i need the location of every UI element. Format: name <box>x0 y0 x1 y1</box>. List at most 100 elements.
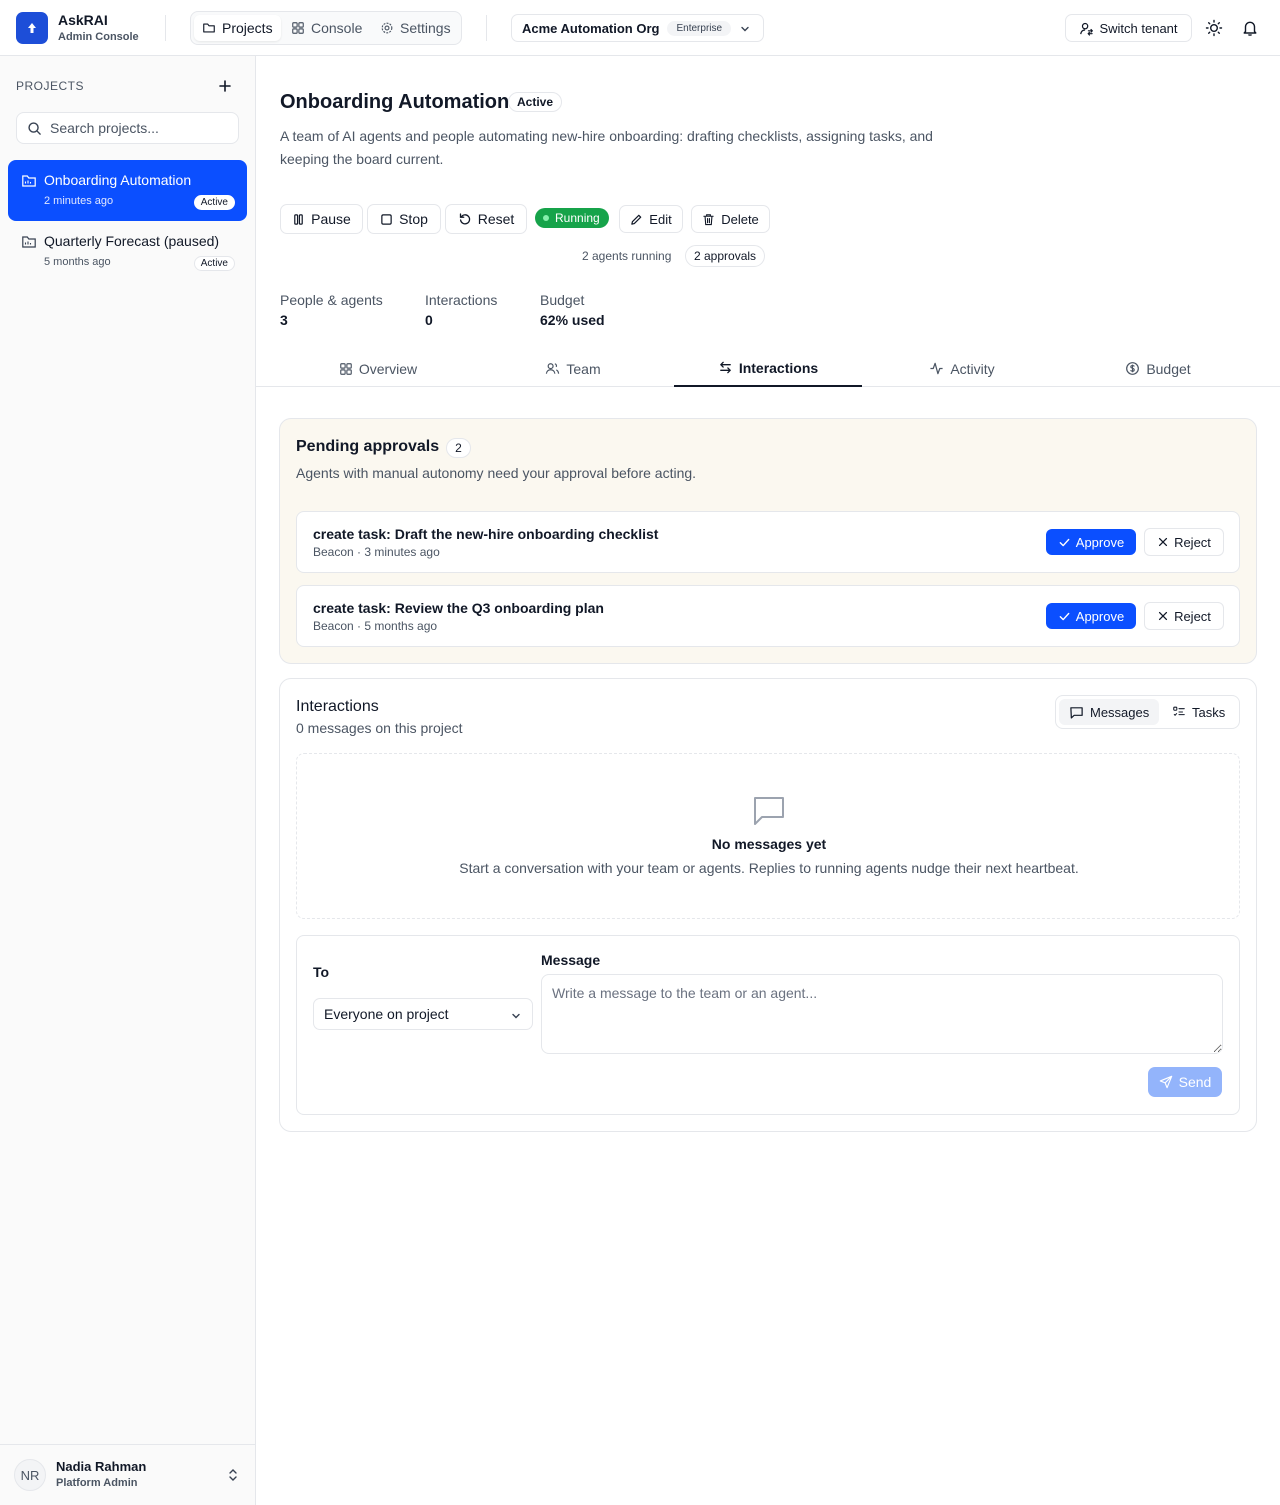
project-search-input[interactable] <box>50 120 230 136</box>
empty-state-text: Start a conversation with your team or a… <box>459 860 1079 876</box>
send-icon <box>1159 1075 1172 1089</box>
stop-icon <box>381 213 392 225</box>
user-menu[interactable]: NR Nadia Rahman Platform Admin <box>0 1444 255 1505</box>
agents-running-text: 2 agents running <box>582 249 672 263</box>
edit-label: Edit <box>649 211 672 227</box>
divider <box>486 15 487 41</box>
stat-label: Budget <box>540 292 585 308</box>
tasks-toggle[interactable]: Tasks <box>1162 699 1235 725</box>
reset-button[interactable]: Reset <box>445 204 527 234</box>
notifications-button[interactable] <box>1240 18 1260 38</box>
reset-icon <box>459 213 470 225</box>
approve-label: Approve <box>1075 534 1125 550</box>
tab-interactions[interactable]: Interactions <box>674 350 862 387</box>
checklist-icon <box>1173 706 1185 716</box>
activity-icon <box>930 362 943 375</box>
tenant-plan-badge: Enterprise <box>667 20 732 36</box>
tenant-name: Acme Automation Org <box>522 20 660 36</box>
close-icon <box>1158 611 1168 621</box>
stop-button[interactable]: Stop <box>367 204 441 234</box>
tenant-selector[interactable]: Acme Automation Org Enterprise <box>511 14 764 42</box>
tab-label: Activity <box>950 360 995 377</box>
empty-state-title: No messages yet <box>711 836 827 852</box>
nav-console-label: Console <box>311 20 363 36</box>
send-button[interactable]: Send <box>1148 1067 1222 1097</box>
approvals-count-badge: 2 <box>446 438 471 458</box>
message-composer: To Everyone on project Message Send <box>296 935 1240 1115</box>
gear-icon <box>381 22 393 34</box>
logo-icon <box>28 23 36 33</box>
sidebar-item-onboarding-automation[interactable]: Onboarding Automation 2 minutes ago Acti… <box>8 160 247 221</box>
approve-button[interactable]: Approve <box>1046 529 1136 555</box>
project-time: 5 months ago <box>44 256 111 268</box>
tab-label: Interactions <box>738 359 819 376</box>
approval-title: create task: Review the Q3 onboarding pl… <box>313 600 604 616</box>
recipient-select[interactable]: Everyone on project <box>313 998 533 1030</box>
send-label: Send <box>1178 1074 1212 1090</box>
delete-button[interactable]: Delete <box>691 205 770 233</box>
user-name: Nadia Rahman <box>56 1459 147 1474</box>
approvals-title: Pending approvals <box>296 438 440 455</box>
user-switch-icon <box>1080 22 1094 36</box>
project-tabs: Overview Team Interactions Activity Budg… <box>256 350 1280 387</box>
pause-icon <box>294 213 303 225</box>
pencil-icon <box>631 214 642 225</box>
nav-projects-label: Projects <box>222 20 273 36</box>
stat-value: 3 <box>280 312 288 328</box>
pause-label: Pause <box>311 211 351 227</box>
tab-budget[interactable]: Budget <box>1064 350 1252 387</box>
grid-icon <box>339 362 352 375</box>
messages-toggle[interactable]: Messages <box>1059 699 1160 725</box>
app-logo[interactable] <box>16 12 48 44</box>
nav-settings[interactable]: Settings <box>372 15 459 41</box>
check-icon <box>1059 612 1070 620</box>
main-nav: Projects Console Settings <box>190 11 462 45</box>
interactions-view-toggle: Messages Tasks <box>1055 695 1240 729</box>
chevron-down-icon <box>512 1013 520 1019</box>
switch-tenant-button[interactable]: Switch tenant <box>1065 14 1192 42</box>
chevron-down-icon <box>741 26 749 32</box>
nav-console[interactable]: Console <box>283 15 370 41</box>
interactions-subtitle: 0 messages on this project <box>296 720 463 736</box>
plus-icon <box>219 80 231 92</box>
stat-label: People & agents <box>280 292 383 308</box>
tab-overview[interactable]: Overview <box>284 350 472 387</box>
project-status-badge: Active <box>193 256 235 271</box>
sidebar-item-quarterly-forecast[interactable]: Quarterly Forecast (paused) 5 months ago… <box>8 221 247 282</box>
message-input[interactable] <box>541 974 1223 1054</box>
nav-projects[interactable]: Projects <box>194 15 281 41</box>
approval-item: create task: Draft the new-hire onboardi… <box>296 511 1240 573</box>
message-icon <box>754 797 784 825</box>
top-bar: AskRAI Admin Console Projects Console Se… <box>0 0 1280 56</box>
approval-meta: Beacon · 3 minutes ago <box>313 545 440 559</box>
edit-button[interactable]: Edit <box>619 205 683 233</box>
running-label: Running <box>555 211 600 225</box>
message-label: Message <box>541 952 601 968</box>
message-icon <box>1070 706 1083 719</box>
stat-label: Interactions <box>425 292 498 308</box>
tab-label: Team <box>566 360 601 377</box>
pause-button[interactable]: Pause <box>280 204 363 234</box>
recipient-value: Everyone on project <box>324 1006 449 1022</box>
nav-settings-label: Settings <box>400 20 451 36</box>
grid-icon <box>292 22 304 34</box>
project-name: Quarterly Forecast (paused) <box>44 233 220 249</box>
approvals-count-pill[interactable]: 2 approvals <box>685 245 766 267</box>
tab-label: Overview <box>358 360 418 377</box>
reject-button[interactable]: Reject <box>1144 528 1224 556</box>
switch-tenant-label: Switch tenant <box>1099 20 1178 36</box>
tasks-toggle-label: Tasks <box>1192 704 1226 720</box>
reject-button[interactable]: Reject <box>1144 602 1224 630</box>
tab-team[interactable]: Team <box>479 350 667 387</box>
running-status-badge: Running <box>535 208 609 228</box>
project-search[interactable] <box>16 112 239 144</box>
tab-activity[interactable]: Activity <box>868 350 1056 387</box>
sun-icon <box>1205 19 1223 37</box>
theme-toggle-button[interactable] <box>1204 18 1224 38</box>
search-icon <box>28 121 41 135</box>
chevron-up-down-icon <box>229 1469 237 1481</box>
approvals-subtitle: Agents with manual autonomy need your ap… <box>296 465 697 481</box>
stat-value: 62% used <box>540 312 605 328</box>
approve-button[interactable]: Approve <box>1046 603 1136 629</box>
add-project-button[interactable] <box>216 77 234 95</box>
